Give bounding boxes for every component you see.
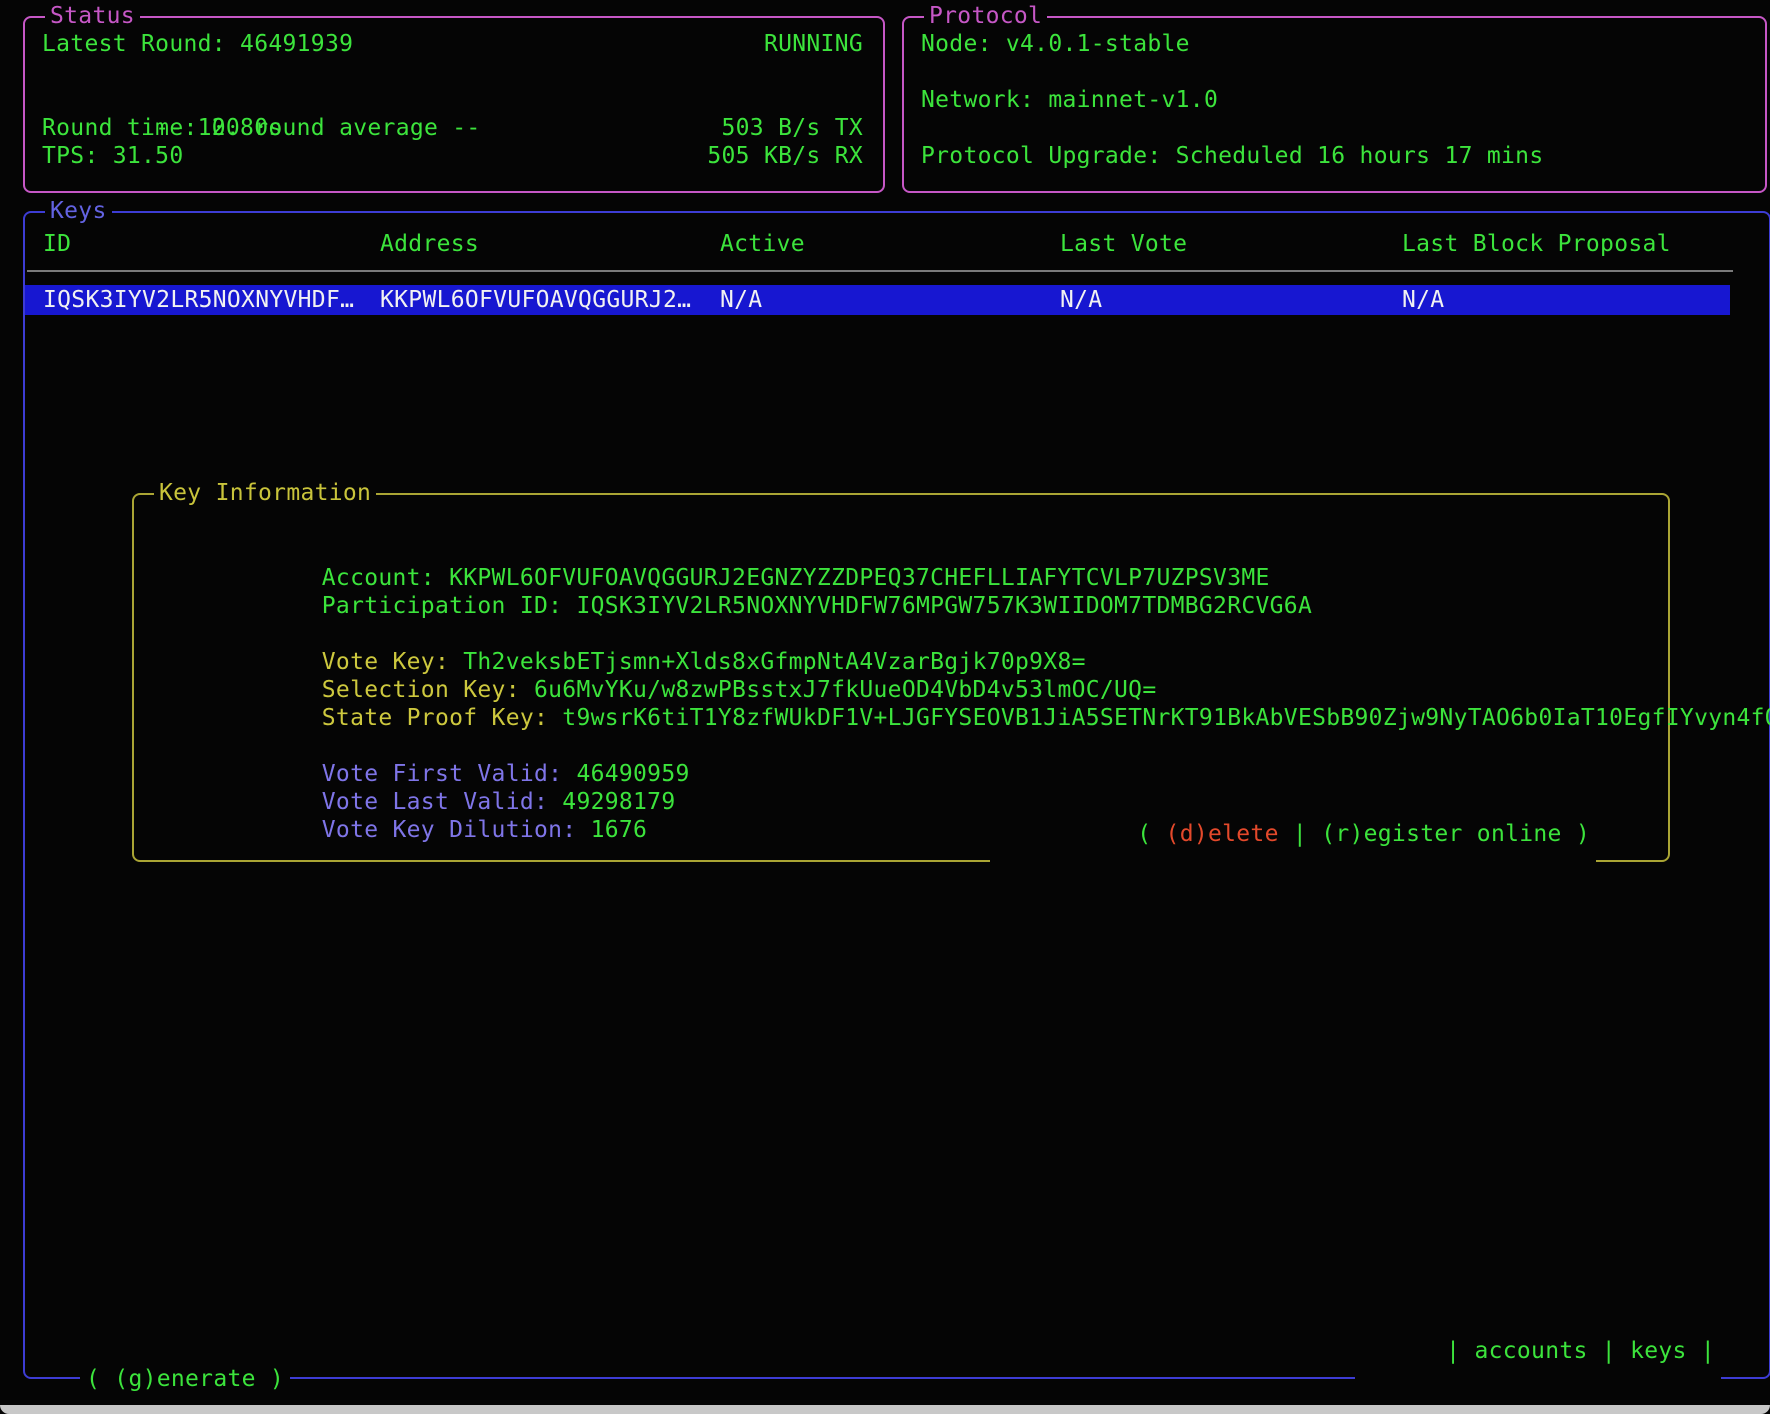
vote-key-dilution-value: 1676: [591, 817, 648, 843]
generate-action[interactable]: ( (g)enerate ): [80, 1365, 290, 1393]
vote-last-valid-value: 49298179: [562, 789, 675, 815]
vote-first-valid-label: Vote First Valid:: [322, 761, 577, 787]
key-row-address: KKPWL6OFVUFOAVQGGURJ2…: [380, 285, 720, 315]
tabs-separator-mid: |: [1588, 1338, 1630, 1364]
column-header-last-vote: Last Vote: [1060, 230, 1402, 258]
protocol-panel-title: Protocol: [924, 2, 1047, 30]
tab-keys[interactable]: keys: [1630, 1338, 1687, 1364]
rx-rate-text: 505 KB/s RX: [707, 142, 863, 170]
tab-accounts[interactable]: accounts: [1474, 1338, 1587, 1364]
column-header-id: ID: [43, 230, 380, 258]
protocol-upgrade-text: Protocol Upgrade: Scheduled 16 hours 17 …: [921, 143, 1543, 169]
vote-first-valid-value: 46490959: [576, 761, 689, 787]
window-bottom-edge: [0, 1405, 1770, 1414]
tps-text: TPS: 31.50: [42, 142, 183, 170]
table-separator: [27, 270, 1733, 272]
key-row-id: IQSK3IYV2LR5NOXNYVHDF…: [43, 285, 380, 315]
protocol-panel: Protocol Node: v4.0.1-stable Network: ma…: [902, 16, 1767, 193]
actions-close-paren: ): [1562, 821, 1590, 847]
register-online-action[interactable]: (r)egister online: [1321, 821, 1562, 847]
spacer: [921, 114, 1745, 142]
key-information-panel: Key Information Account: KKPWL6OFVUFOAVQ…: [132, 493, 1670, 862]
selection-key-label: Selection Key:: [322, 677, 534, 703]
keys-table-header: ID Address Active Last Vote Last Block P…: [25, 230, 1769, 258]
state-proof-key-label: State Proof Key:: [322, 705, 563, 731]
spacer: [921, 58, 1745, 86]
tx-rate-text: 503 B/s TX: [722, 114, 863, 142]
account-label: Account:: [322, 565, 449, 591]
key-row-last-block-proposal: N/A: [1402, 285, 1730, 315]
actions-separator: |: [1279, 821, 1321, 847]
key-row-last-vote: N/A: [1060, 285, 1402, 315]
bottom-tabs: | accounts | keys |: [1355, 1309, 1721, 1393]
account-value: KKPWL6OFVUFOAVQGGURJ2EGNZYZZDPEQ37CHEFLL…: [449, 565, 1270, 591]
column-header-address: Address: [380, 230, 720, 258]
node-state-badge: RUNNING: [764, 30, 863, 58]
status-panel-title: Status: [45, 2, 140, 30]
participation-id-value: IQSK3IYV2LR5NOXNYVHDFW76MPGW757K3WIIDOM7…: [576, 593, 1312, 619]
actions-open-paren: (: [1137, 821, 1165, 847]
key-info-actions: ( (d)elete | (r)egister online ): [990, 792, 1596, 876]
delete-action[interactable]: (d)elete: [1166, 821, 1279, 847]
vote-last-valid-label: Vote Last Valid:: [322, 789, 563, 815]
tabs-separator-right: |: [1687, 1338, 1715, 1364]
node-version-text: Node: v4.0.1-stable: [921, 31, 1190, 57]
selection-key-value: 6u6MvYKu/w8zwPBsstxJ7fkUueOD4VbD4v53lmOC…: [534, 677, 1156, 703]
latest-round-text: Latest Round: 46491939: [42, 30, 353, 58]
participation-id-label: Participation ID:: [322, 593, 577, 619]
key-row-selected[interactable]: IQSK3IYV2LR5NOXNYVHDF… KKPWL6OFVUFOAVQGG…: [25, 285, 1730, 315]
column-header-active: Active: [720, 230, 1060, 258]
spacer: [42, 58, 863, 86]
vote-key-dilution-label: Vote Key Dilution:: [322, 817, 591, 843]
keys-panel: Keys ID Address Active Last Vote Last Bl…: [23, 211, 1770, 1379]
status-panel: Status Latest Round: 46491939 RUNNING --…: [23, 16, 885, 193]
vote-key-value: Th2veksbETjsmn+Xlds8xGfmpNtA4VzarBgjk70p…: [463, 649, 1085, 675]
key-row-active: N/A: [720, 285, 1060, 315]
round-time-text: Round time: 2.80s: [42, 114, 283, 142]
vote-key-label: Vote Key:: [322, 649, 463, 675]
tabs-separator-left: |: [1446, 1338, 1474, 1364]
key-information-title: Key Information: [154, 479, 376, 507]
network-text: Network: mainnet-v1.0: [921, 87, 1218, 113]
terminal-screen: Status Latest Round: 46491939 RUNNING --…: [0, 0, 1770, 1414]
state-proof-key-value: t9wsrK6tiT1Y8zfWUkDF1V+LJGFYSEOVB1JiA5SE…: [562, 705, 1770, 731]
column-header-last-block-proposal: Last Block Proposal: [1402, 230, 1769, 258]
